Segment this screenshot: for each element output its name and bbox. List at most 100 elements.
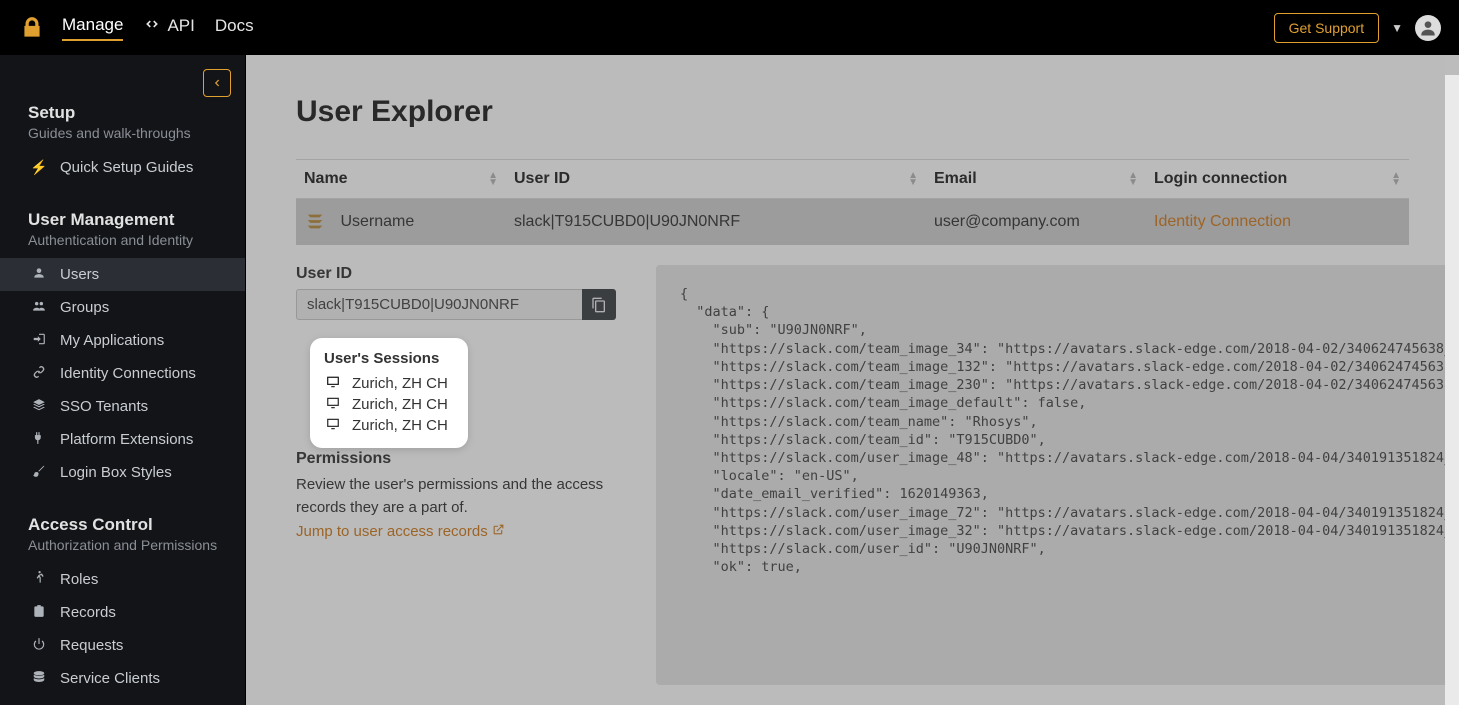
session-row[interactable]: Zurich, ZH CH: [324, 373, 454, 394]
permissions-title: Permissions: [296, 450, 616, 468]
section-access-sub: Authorization and Permissions: [0, 537, 245, 563]
caret-down-icon[interactable]: ▼: [1391, 21, 1403, 35]
users-table: Name▲▼ User ID▲▼ Email▲▼ Login connectio…: [296, 159, 1409, 245]
sidebar-item-label: Login Box Styles: [60, 464, 172, 481]
monitor-icon: [324, 375, 342, 392]
sidebar-item-label: Roles: [60, 571, 98, 588]
clipboard-icon: [30, 604, 48, 621]
external-link-icon: [492, 523, 505, 540]
sidebar-item-service-clients[interactable]: Service Clients: [0, 662, 245, 695]
permissions-link[interactable]: Jump to user access records: [296, 523, 505, 540]
sidebar-item-requests[interactable]: Requests: [0, 629, 245, 662]
sidebar-item-label: Requests: [60, 637, 123, 654]
collapse-sidebar-button[interactable]: [203, 69, 231, 97]
sidebar-item-platform-extensions[interactable]: Platform Extensions: [0, 423, 245, 456]
section-setup-title: Setup: [0, 95, 245, 125]
topbar-right: Get Support ▼: [1274, 13, 1441, 43]
nav-docs[interactable]: Docs: [215, 16, 254, 40]
monitor-icon: [324, 417, 342, 434]
sidebar-item-groups[interactable]: Groups: [0, 291, 245, 324]
userid-input[interactable]: slack|T915CUBD0|U90JN0NRF: [296, 289, 582, 320]
detail-panel: User ID slack|T915CUBD0|U90JN0NRF Permis…: [296, 265, 1409, 685]
sidebar: Setup Guides and walk-throughs ⚡ Quick S…: [0, 55, 246, 705]
nav-api-label: API: [167, 16, 194, 36]
col-label: Login connection: [1154, 170, 1287, 187]
session-label: Zurich, ZH CH: [352, 375, 448, 392]
sidebar-item-records[interactable]: Records: [0, 596, 245, 629]
sidebar-item-roles[interactable]: Roles: [0, 563, 245, 596]
col-loginconn[interactable]: Login connection ▲▼: [1146, 160, 1409, 199]
sidebar-item-label: Users: [60, 266, 99, 283]
col-userid[interactable]: User ID▲▼: [506, 160, 926, 199]
sidebar-item-label: Groups: [60, 299, 109, 316]
bolt-icon: ⚡: [30, 159, 48, 176]
get-support-button[interactable]: Get Support: [1274, 13, 1380, 43]
userid-input-row: slack|T915CUBD0|U90JN0NRF: [296, 289, 616, 320]
users-icon: [30, 299, 48, 316]
sort-icon: ▲▼: [1128, 172, 1138, 186]
cell-text: Username: [340, 213, 414, 230]
page-title: User Explorer: [296, 95, 1409, 129]
section-access-title: Access Control: [0, 507, 245, 537]
sidebar-item-identity-connections[interactable]: Identity Connections: [0, 357, 245, 390]
permissions-block: Permissions Review the user's permission…: [296, 450, 616, 541]
user-avatar-icon[interactable]: [1415, 15, 1441, 41]
json-viewer[interactable]: { "data": { "sub": "U90JN0NRF", "https:/…: [656, 265, 1459, 685]
col-label: Name: [304, 170, 348, 187]
sidebar-item-label: SSO Tenants: [60, 398, 148, 415]
sidebar-item-login-box[interactable]: Login Box Styles: [0, 456, 245, 489]
session-row[interactable]: Zurich, ZH CH: [324, 415, 454, 436]
perm-link-label: Jump to user access records: [296, 523, 488, 540]
sidebar-item-label: Service Clients: [60, 670, 160, 687]
col-name[interactable]: Name ▲▼: [296, 160, 506, 199]
cell-name: Username: [296, 199, 506, 246]
session-label: Zurich, ZH CH: [352, 417, 448, 434]
sidebar-item-label: Quick Setup Guides: [60, 159, 193, 176]
topnav: Manage API Docs: [62, 15, 254, 41]
monitor-icon: [324, 396, 342, 413]
permissions-text: Review the user's permissions and the ac…: [296, 474, 616, 519]
sidebar-item-users[interactable]: Users: [0, 258, 245, 291]
sidebar-item-sso-tenants[interactable]: SSO Tenants: [0, 390, 245, 423]
sort-icon: ▲▼: [1391, 172, 1401, 186]
layers-icon: [30, 398, 48, 415]
signout-icon: [30, 332, 48, 349]
topbar: Manage API Docs Get Support ▼: [0, 0, 1459, 55]
detail-left: User ID slack|T915CUBD0|U90JN0NRF Permis…: [296, 265, 616, 685]
sidebar-item-label: Identity Connections: [60, 365, 196, 382]
sidebar-item-label: Platform Extensions: [60, 431, 193, 448]
plug-icon: [30, 431, 48, 448]
section-setup-sub: Guides and walk-throughs: [0, 125, 245, 151]
sort-icon: ▲▼: [488, 172, 498, 186]
database-icon: [30, 670, 48, 687]
nav-manage[interactable]: Manage: [62, 15, 123, 41]
provider-icon: [304, 211, 326, 233]
user-icon: [30, 266, 48, 283]
col-label: User ID: [514, 170, 570, 187]
sessions-title: User's Sessions: [324, 350, 454, 367]
run-icon: [30, 571, 48, 588]
link-icon: [30, 365, 48, 382]
session-label: Zurich, ZH CH: [352, 396, 448, 413]
sidebar-item-label: My Applications: [60, 332, 164, 349]
section-usermgmt-sub: Authentication and Identity: [0, 232, 245, 258]
table-row[interactable]: Username slack|T915CUBD0|U90JN0NRF user@…: [296, 199, 1409, 246]
sidebar-item-quick-setup[interactable]: ⚡ Quick Setup Guides: [0, 151, 245, 184]
col-label: Email: [934, 170, 977, 187]
login-conn-link[interactable]: Identity Connection: [1154, 213, 1291, 230]
scrollbar-track[interactable]: [1445, 55, 1459, 705]
copy-button[interactable]: [582, 289, 616, 320]
detail-right: { "data": { "sub": "U90JN0NRF", "https:/…: [656, 265, 1459, 685]
col-email[interactable]: Email ▲▼: [926, 160, 1146, 199]
sessions-card: User's Sessions Zurich, ZH CH Zurich, ZH…: [310, 338, 468, 448]
app-logo-icon[interactable]: [18, 14, 46, 42]
scrollbar-thumb[interactable]: [1445, 55, 1459, 75]
brush-icon: [30, 464, 48, 481]
cell-userid: slack|T915CUBD0|U90JN0NRF: [506, 199, 926, 246]
nav-api[interactable]: API: [143, 16, 194, 40]
session-row[interactable]: Zurich, ZH CH: [324, 394, 454, 415]
code-icon: [143, 16, 161, 36]
userid-label: User ID: [296, 265, 616, 283]
sidebar-item-myapps[interactable]: My Applications: [0, 324, 245, 357]
sidebar-item-label: Records: [60, 604, 116, 621]
